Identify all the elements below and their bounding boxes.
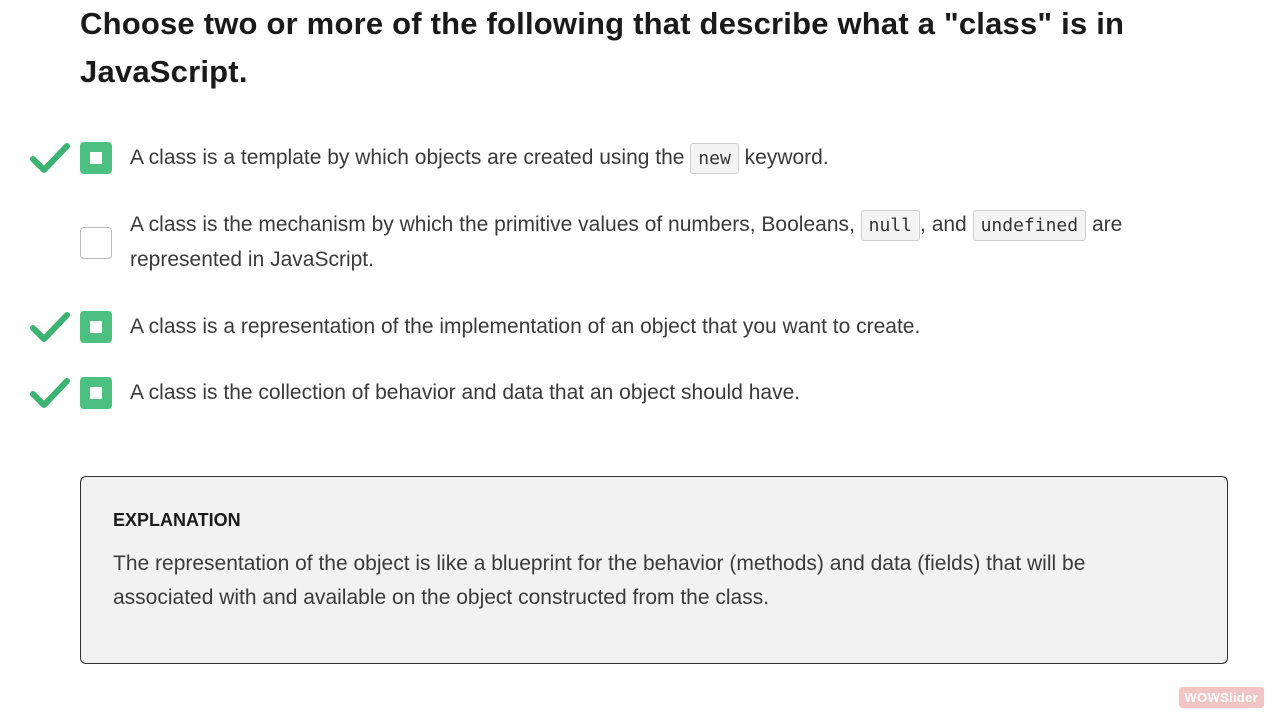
explanation-box: EXPLANATION The representation of the ob…: [80, 476, 1228, 664]
quiz-page: Choose two or more of the following that…: [0, 0, 1280, 720]
answer-text-part: A class is a template by which objects a…: [130, 146, 691, 169]
empty-checkbox-icon[interactable]: [80, 227, 112, 259]
code-snippet: new: [690, 143, 739, 174]
explanation-text: The representation of the object is like…: [113, 552, 1086, 609]
code-snippet: null: [860, 210, 921, 241]
checked-checkbox-icon[interactable]: [80, 142, 112, 174]
answer-text-part: A class is the mechanism by which the pr…: [130, 213, 861, 236]
answer-option-text: A class is the mechanism by which the pr…: [130, 208, 1230, 277]
question-title: Choose two or more of the following that…: [80, 6, 1125, 89]
answer-text-part: , and: [920, 213, 973, 236]
explanation-heading: EXPLANATION: [113, 510, 241, 530]
answer-option-text: A class is a representation of the imple…: [130, 315, 921, 338]
answer-text-part: keyword.: [738, 146, 829, 169]
answer-option-text: A class is the collection of behavior an…: [130, 381, 801, 404]
check-mark-icon: [30, 143, 70, 173]
wowslider-badge[interactable]: WOWSlider: [1178, 687, 1264, 708]
code-snippet: undefined: [972, 210, 1087, 241]
check-mark-icon: [30, 378, 70, 408]
checked-checkbox-icon[interactable]: [80, 311, 112, 343]
check-mark-icon: [30, 312, 70, 342]
answer-option-text: A class is a template by which objects a…: [130, 141, 1230, 176]
checked-checkbox-icon[interactable]: [80, 377, 112, 409]
